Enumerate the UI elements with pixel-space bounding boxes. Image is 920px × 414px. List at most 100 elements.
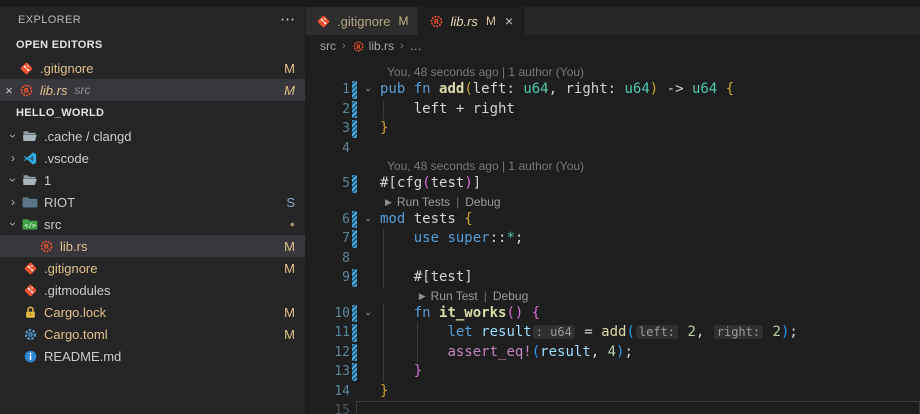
- fold-chevron-down-icon[interactable]: ›: [360, 80, 376, 100]
- code-token: ;: [624, 344, 632, 360]
- svg-text:R: R: [23, 86, 29, 95]
- tree-item-riot[interactable]: ›RIOTS: [0, 191, 305, 213]
- tree-item-gitignore[interactable]: .gitignoreM: [0, 257, 305, 279]
- folder-open-icon: [22, 172, 38, 188]
- chevron-right-icon[interactable]: ›: [4, 195, 22, 209]
- indent-guide: [383, 304, 384, 324]
- codelens-run-tests[interactable]: Run Tests: [397, 194, 450, 210]
- code-token: :: [608, 81, 625, 97]
- tab-gitignore[interactable]: .gitignore M: [306, 7, 419, 35]
- code-token: ;: [515, 230, 523, 246]
- code-token: right: [565, 81, 607, 97]
- fold-spacer: [360, 229, 376, 249]
- gutter-spacer: [352, 383, 357, 401]
- tree-item-gitmodules[interactable]: .gitmodules: [0, 279, 305, 301]
- code-token: ,: [591, 344, 608, 360]
- tree-item-src[interactable]: ›</> src ●: [0, 213, 305, 235]
- breadcrumb-symbol[interactable]: …: [410, 39, 422, 53]
- tree-item-cargo-lock[interactable]: Cargo.lockM: [0, 301, 305, 323]
- code-line-content: [376, 249, 920, 269]
- code-token: #[cfg: [380, 175, 422, 191]
- folder-icon: [22, 194, 38, 210]
- gutter-change-icon: [352, 344, 357, 362]
- code-line-4[interactable]: 4: [306, 139, 920, 159]
- code-token: result: [540, 344, 591, 360]
- code-token: ]: [473, 175, 481, 191]
- line-number: 11: [306, 323, 350, 343]
- code-token: }: [414, 363, 422, 379]
- modified-dot-badge: ●: [290, 219, 295, 229]
- gutter-change-icon: [352, 101, 357, 119]
- breadcrumb-src[interactable]: src: [320, 39, 336, 53]
- chevron-right-icon[interactable]: ›: [4, 151, 22, 165]
- tree-item-readme-md[interactable]: README.md: [0, 345, 305, 367]
- code-token: }: [380, 383, 388, 399]
- tree-item-lib-rs[interactable]: Rlib.rsM: [0, 235, 305, 257]
- tab-librs[interactable]: R lib.rs M ×: [419, 7, 524, 35]
- file-name: src: [44, 217, 61, 232]
- chevron-down-icon[interactable]: ›: [4, 217, 22, 231]
- code-line-3[interactable]: 3}: [306, 119, 920, 139]
- open-editor-lib-rs[interactable]: ×Rlib.rssrcM: [0, 79, 305, 101]
- blame-text: You, 48 seconds ago | 1 author (You): [306, 64, 584, 80]
- tree-item-vscode[interactable]: ›.vscode: [0, 147, 305, 169]
- open-editors-section-header[interactable]: OPEN EDITORS: [0, 33, 305, 57]
- code-line-7[interactable]: 7 use super::*;: [306, 229, 920, 249]
- code-line-6[interactable]: 6›mod tests {: [306, 210, 920, 230]
- code-line-8[interactable]: 8: [306, 249, 920, 269]
- close-icon[interactable]: ×: [505, 14, 513, 28]
- line-number: 9: [306, 268, 350, 288]
- tree-item-cache-clangd[interactable]: ›.cache / clangd: [0, 125, 305, 147]
- more-actions-icon[interactable]: ⋯: [280, 15, 295, 25]
- code-token: 2: [687, 324, 695, 340]
- chevron-down-icon[interactable]: ›: [4, 129, 22, 143]
- code-line-1[interactable]: 1›pub fn add(left: u64, right: u64) -> u…: [306, 80, 920, 100]
- window-top-strip: [0, 0, 920, 7]
- indent-guide: [383, 343, 384, 363]
- close-icon[interactable]: ×: [0, 83, 18, 98]
- code-line-14[interactable]: 14}: [306, 382, 920, 402]
- code-line-9[interactable]: 9 #[test]: [306, 268, 920, 288]
- chevron-down-icon[interactable]: ›: [4, 173, 22, 187]
- code-line-10[interactable]: 10› fn it_works() {: [306, 304, 920, 324]
- codelens-debug[interactable]: Debug: [465, 194, 500, 210]
- code-line-13[interactable]: 13 }: [306, 362, 920, 382]
- open-editor-gitignore[interactable]: .gitignoreM: [0, 57, 305, 79]
- code-token: u64: [625, 81, 650, 97]
- line-number: 1: [306, 80, 350, 100]
- indent-guide: [383, 323, 384, 343]
- tree-item-cargo-toml[interactable]: Cargo.tomlM: [0, 323, 305, 345]
- breadcrumb-librs[interactable]: lib.rs: [369, 39, 394, 53]
- fold-chevron-down-icon[interactable]: ›: [360, 304, 376, 324]
- code-editor[interactable]: You, 48 seconds ago | 1 author (You)1›pu…: [306, 57, 920, 414]
- code-line-5[interactable]: 5#[cfg(test)]: [306, 174, 920, 194]
- codelens-separator: |: [484, 288, 487, 304]
- code-line-content: use super::*;: [376, 229, 920, 249]
- code-token: {: [532, 305, 540, 321]
- code-line-11[interactable]: 11 let result: u64 = add(left: 2, right:…: [306, 323, 920, 343]
- code-token: 2: [773, 324, 781, 340]
- vscode-window: EXPLORER ⋯ OPEN EDITORS .gitignoreM×Rlib…: [0, 0, 920, 414]
- code-line-15[interactable]: 15: [306, 401, 920, 414]
- indent-guide: [383, 249, 384, 269]
- code-line-12[interactable]: 12 assert_eq!(result, 4);: [306, 343, 920, 363]
- codelens-run-test[interactable]: Run Test: [431, 288, 478, 304]
- info-icon: [22, 348, 38, 364]
- blame-annotation[interactable]: You, 48 seconds ago | 1 author (You): [306, 158, 920, 174]
- codelens-debug[interactable]: Debug: [493, 288, 528, 304]
- git-status-badge: M: [284, 261, 295, 276]
- tree-item-1[interactable]: ›1: [0, 169, 305, 191]
- blame-annotation[interactable]: You, 48 seconds ago | 1 author (You): [306, 64, 920, 80]
- workspace-section-header[interactable]: HELLO_WORLD: [0, 101, 305, 125]
- gutter-spacer: [352, 250, 357, 268]
- fold-chevron-down-icon[interactable]: ›: [360, 210, 376, 230]
- folder-src-icon: </>: [22, 216, 38, 232]
- indent-guide: [417, 343, 418, 363]
- line-number: 7: [306, 229, 350, 249]
- code-token: ::: [490, 230, 507, 246]
- line-number: 15: [306, 401, 350, 414]
- file-name: .gitmodules: [44, 283, 110, 298]
- run-icon: ▶: [419, 288, 426, 304]
- code-line-2[interactable]: 2 left + right: [306, 100, 920, 120]
- git-icon: [18, 60, 34, 76]
